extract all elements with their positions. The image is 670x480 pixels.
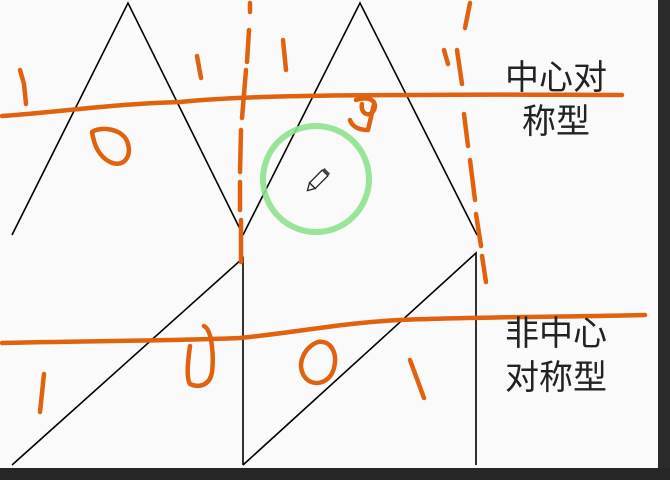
symmetric-triangles: [11, 1, 478, 236]
mark-zero-top: [89, 126, 132, 166]
mark-1-top-c: [280, 37, 289, 73]
label-bottom-line2: 对称型: [505, 358, 607, 398]
sawtooth-1: [11, 256, 244, 466]
label-center-symmetric: 中心对 称型: [488, 56, 624, 144]
mark-1-top-a: [17, 67, 29, 107]
dashed-axis-right: [454, 0, 489, 285]
label-top-line1: 中心对: [505, 58, 607, 98]
screen: 中心对 称型 非中心 对称型: [0, 0, 670, 480]
sawtooth-triangles: [11, 251, 477, 466]
mark-zero-bottom-a: [185, 323, 215, 389]
label-non-center-symmetric: 非中心 对称型: [488, 312, 624, 400]
mark-nine-top: [347, 96, 378, 133]
mark-1-top-d: [441, 47, 451, 67]
mark-zero-bottom-b: [298, 339, 338, 386]
mark-1-bottom-b: [407, 357, 427, 401]
mark-1-top-b: [194, 53, 204, 81]
mark-1-bottom-a: [37, 371, 47, 415]
sawtooth-2: [242, 251, 477, 466]
triangle-1: [11, 1, 244, 236]
label-bottom-line1: 非中心: [505, 314, 607, 354]
cursor-highlight-ring: [260, 123, 372, 235]
label-top-line2: 称型: [522, 102, 590, 142]
